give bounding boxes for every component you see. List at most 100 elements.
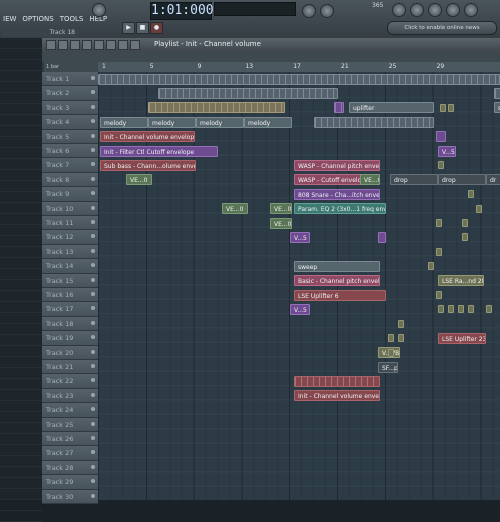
- track-mute-led[interactable]: [91, 133, 95, 138]
- draw-tool-icon[interactable]: [82, 40, 92, 50]
- slice-tool-icon[interactable]: [130, 40, 140, 50]
- pattern-marker[interactable]: [398, 319, 404, 328]
- menu-tools[interactable]: TOOLS: [57, 13, 87, 25]
- track-mute-led[interactable]: [91, 191, 95, 196]
- playlist-clip[interactable]: drop: [390, 174, 438, 186]
- browser-row[interactable]: [0, 500, 42, 511]
- record-button[interactable]: ●: [150, 22, 163, 34]
- track-mute-led[interactable]: [91, 148, 95, 152]
- track-header[interactable]: Track 23: [42, 388, 98, 404]
- playlist-clip[interactable]: [378, 231, 386, 243]
- track-mute-led[interactable]: [91, 320, 95, 325]
- browser-row[interactable]: [0, 302, 42, 313]
- track-mute-led[interactable]: [91, 364, 95, 368]
- track-header[interactable]: Track 18: [42, 316, 98, 332]
- arrow-right-icon[interactable]: [70, 40, 80, 50]
- playlist-clip[interactable]: snare: [494, 102, 500, 114]
- playlist-clip[interactable]: melody: [196, 116, 244, 128]
- arrow-left-icon[interactable]: [58, 40, 68, 50]
- browser-row[interactable]: [0, 115, 42, 126]
- playlist-clip[interactable]: 808 Snare - Cha...itch envelope: [294, 188, 380, 200]
- track-header[interactable]: Track 28: [42, 460, 98, 476]
- pattern-marker[interactable]: [486, 305, 492, 314]
- track-header[interactable]: Track 4: [42, 115, 98, 130]
- track-header[interactable]: Track 25: [42, 417, 98, 432]
- pattern-marker[interactable]: [436, 219, 442, 227]
- playlist-clip[interactable]: LSE Uplifter 23: [438, 332, 486, 344]
- playlist-clip[interactable]: [98, 73, 500, 85]
- browser-row[interactable]: [0, 478, 42, 489]
- mute-tool-icon[interactable]: [118, 40, 128, 50]
- menu-icon[interactable]: [46, 40, 56, 50]
- browser-row[interactable]: [0, 236, 42, 247]
- track-mute-led[interactable]: [91, 176, 95, 181]
- track-mute-led[interactable]: [91, 392, 95, 397]
- track-mute-led[interactable]: [91, 162, 95, 167]
- browser-row[interactable]: [0, 148, 42, 159]
- pattern-marker[interactable]: [468, 190, 474, 199]
- playlist-clip[interactable]: melody: [244, 116, 292, 128]
- track-header[interactable]: Track 26: [42, 432, 98, 447]
- playlist-clip[interactable]: [436, 131, 446, 143]
- browser-row[interactable]: [0, 38, 42, 49]
- track-header[interactable]: Track 29: [42, 475, 98, 490]
- browser-row[interactable]: [0, 214, 42, 225]
- playlist-clip[interactable]: [314, 116, 434, 128]
- browser-row[interactable]: [0, 291, 42, 302]
- playlist-clip[interactable]: V...5: [290, 231, 310, 243]
- pattern-marker[interactable]: [440, 103, 446, 112]
- toolbar-shortcut-icon[interactable]: [410, 3, 424, 17]
- browser-row[interactable]: [0, 71, 42, 82]
- playlist-clip[interactable]: VE...0: [222, 203, 248, 215]
- playlist-clip[interactable]: dr: [486, 174, 500, 186]
- track-mute-led[interactable]: [91, 76, 95, 80]
- browser-row[interactable]: [0, 467, 42, 478]
- playlist-clip[interactable]: sweep: [294, 260, 380, 272]
- playlist-clip[interactable]: uplifter: [349, 102, 434, 114]
- pitch-knob[interactable]: [320, 4, 334, 18]
- menu-options[interactable]: OPTIONS: [19, 13, 56, 25]
- timeline-ruler[interactable]: 1 5 9 13 17 21 25 29: [98, 62, 500, 72]
- playlist-clip[interactable]: [334, 102, 344, 114]
- playlist-clip[interactable]: [294, 375, 380, 387]
- playlist-clip[interactable]: Basic - Channel pitch envelope: [294, 275, 380, 287]
- browser-row[interactable]: [0, 357, 42, 368]
- track-header[interactable]: Track 5: [42, 129, 98, 144]
- track-mute-led[interactable]: [91, 263, 95, 268]
- track-mute-led[interactable]: [91, 90, 95, 95]
- playlist-clip[interactable]: melody: [148, 116, 196, 128]
- track-mute-led[interactable]: [91, 306, 95, 311]
- browser-row[interactable]: [0, 423, 42, 434]
- track-mute-led[interactable]: [91, 335, 95, 340]
- browser-row[interactable]: [0, 379, 42, 390]
- track-header[interactable]: Track 6: [42, 144, 98, 159]
- pattern-marker[interactable]: [462, 219, 468, 227]
- browser-row[interactable]: [0, 313, 42, 324]
- track-mute-led[interactable]: [91, 479, 95, 484]
- browser-row[interactable]: [0, 335, 42, 346]
- browser-row[interactable]: [0, 104, 42, 115]
- track-header[interactable]: Track 11: [42, 216, 98, 231]
- browser-row[interactable]: [0, 170, 42, 181]
- pattern-marker[interactable]: [462, 233, 468, 242]
- pattern-marker[interactable]: [428, 262, 434, 271]
- track-mute-led[interactable]: [91, 234, 95, 239]
- playlist-clip[interactable]: LSE Ra...nd 28: [438, 275, 484, 287]
- playlist-clip[interactable]: WASP - Channel pitch envelope: [294, 159, 380, 171]
- stop-button[interactable]: ■: [136, 22, 149, 34]
- track-mute-led[interactable]: [91, 220, 95, 224]
- browser-row[interactable]: [0, 401, 42, 412]
- browser-row[interactable]: [0, 192, 42, 203]
- browser-row[interactable]: [0, 434, 42, 445]
- playlist-clip[interactable]: [148, 102, 285, 114]
- browser-row[interactable]: [0, 390, 42, 401]
- track-mute-led[interactable]: [91, 205, 95, 210]
- browser-row[interactable]: [0, 324, 42, 335]
- browser-row[interactable]: [0, 181, 42, 192]
- delete-tool-icon[interactable]: [106, 40, 116, 50]
- playlist-clip[interactable]: VE...0: [270, 217, 292, 229]
- browser-row[interactable]: [0, 269, 42, 280]
- track-mute-led[interactable]: [91, 464, 95, 469]
- track-header[interactable]: Track 7: [42, 158, 98, 173]
- pattern-marker[interactable]: [438, 161, 444, 170]
